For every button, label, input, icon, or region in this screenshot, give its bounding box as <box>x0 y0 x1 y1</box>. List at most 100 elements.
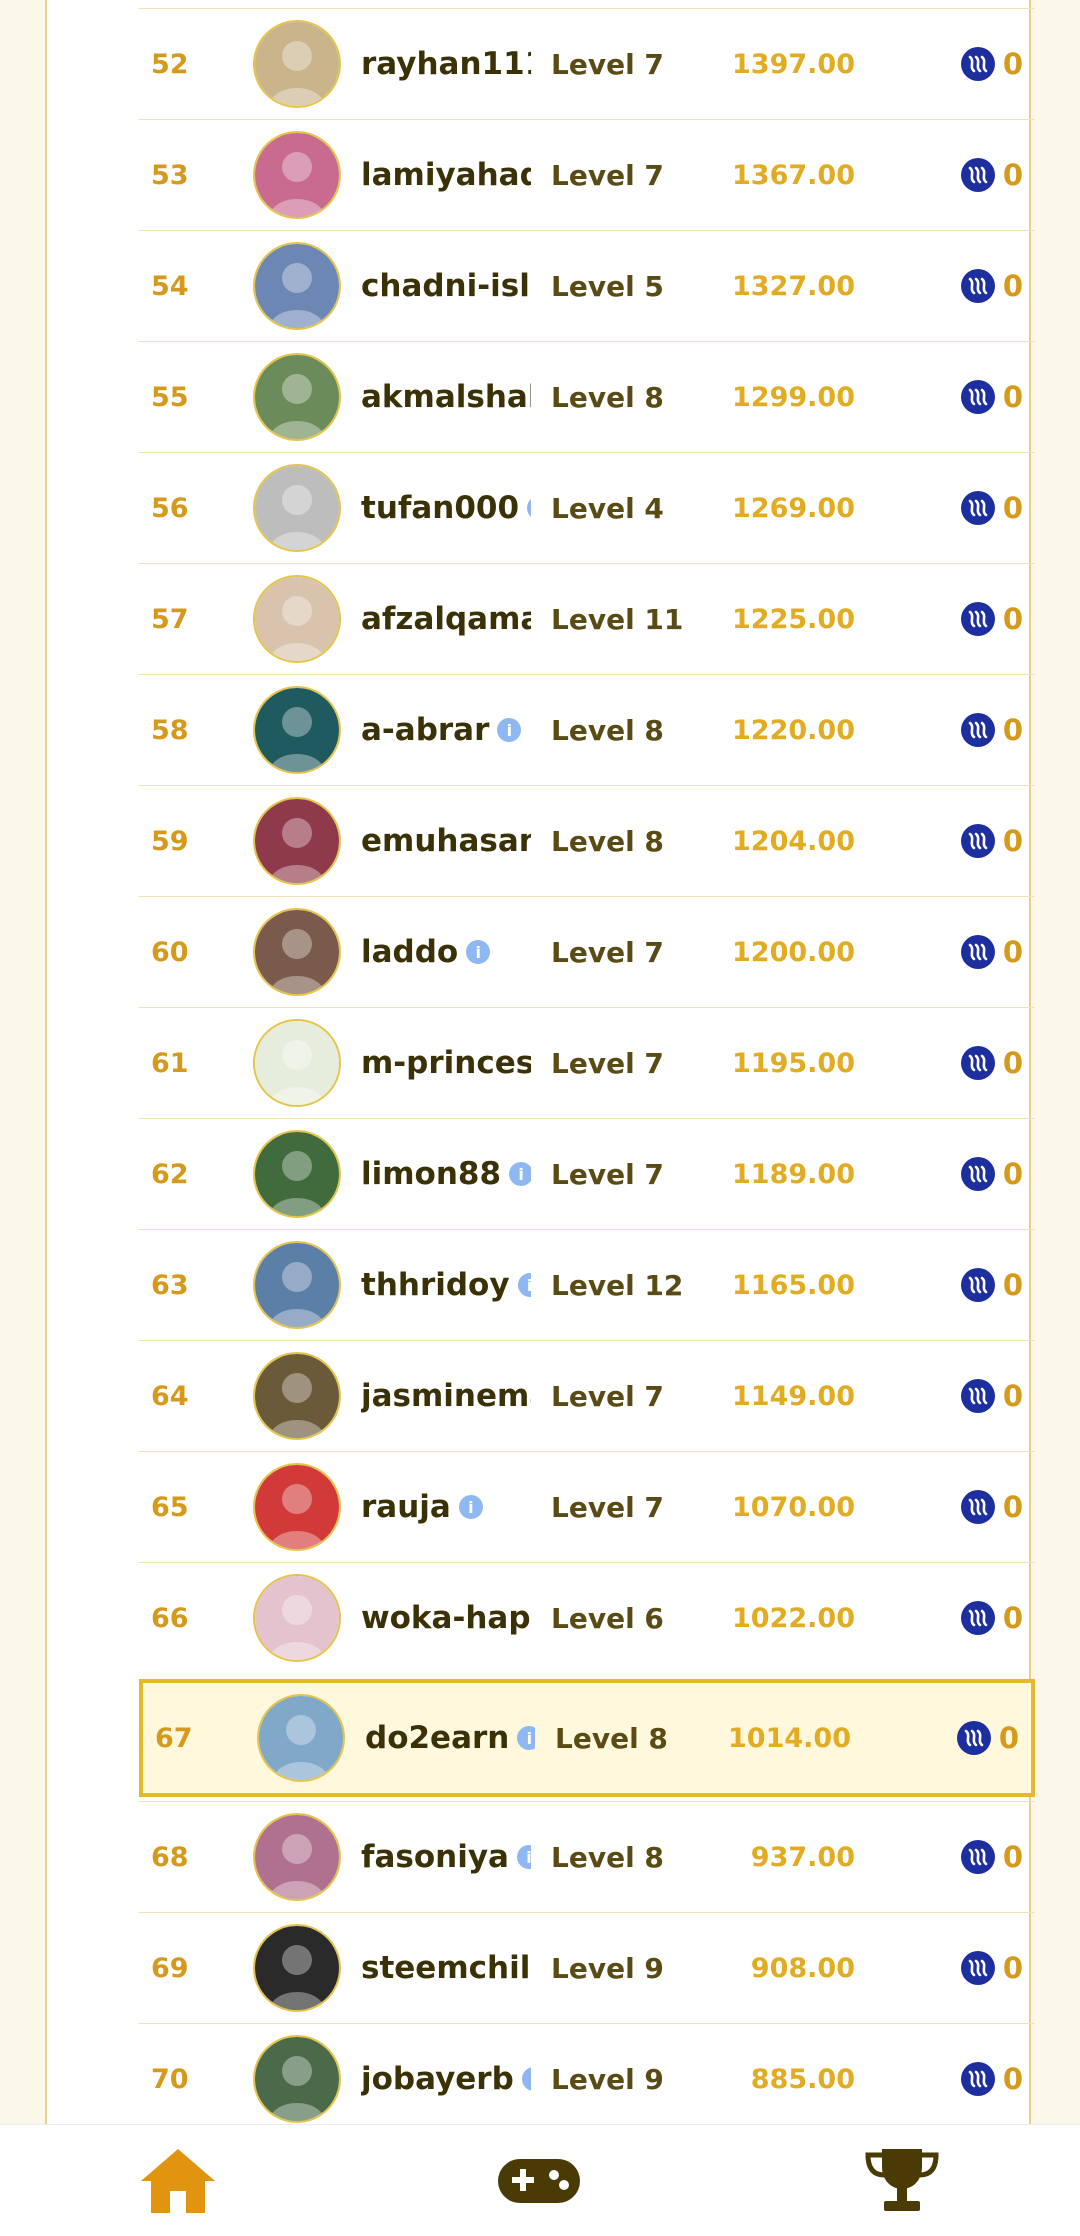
leaderboard-row[interactable]: 62 limon88 i Level 7 1189.00 0 <box>139 1118 1035 1229</box>
reward-cell: 0 <box>960 1452 1023 1562</box>
username[interactable]: emuhasan <box>361 823 531 859</box>
username-cell[interactable]: chadni-isla <box>361 231 531 341</box>
leaderboard-row-current-user[interactable]: 67 do2earn i Level 8 1014.00 0 <box>139 1679 1035 1797</box>
info-icon[interactable]: i <box>466 940 491 964</box>
username[interactable]: akmalshaki <box>361 379 531 415</box>
avatar[interactable] <box>253 131 341 219</box>
info-icon[interactable]: i <box>516 1845 531 1869</box>
avatar[interactable] <box>253 2035 341 2123</box>
username-cell[interactable]: lamiyahaqu <box>361 120 531 230</box>
info-icon[interactable]: i <box>517 1726 535 1750</box>
leaderboard-row[interactable]: 53 lamiyahaqu Level 7 1367.00 0 <box>139 119 1035 230</box>
nav-games-button[interactable] <box>459 2125 619 2236</box>
username[interactable]: rayhan111 <box>361 46 531 82</box>
leaderboard-row[interactable]: 52 rayhan111i Level 7 1397.00 0 <box>139 8 1035 119</box>
leaderboard-row[interactable]: 58 a-abrar i Level 8 1220.00 0 <box>139 674 1035 785</box>
username-cell[interactable]: laddo i <box>361 897 531 1007</box>
leaderboard-row[interactable]: 70 jobayerb i Level 9 885.00 0 <box>139 2023 1035 2134</box>
leaderboard-row[interactable]: 69 steemchille Level 9 908.00 0 <box>139 1912 1035 2023</box>
avatar[interactable] <box>253 686 341 774</box>
username[interactable]: limon88 <box>361 1156 501 1192</box>
nav-leaderboard-button[interactable] <box>822 2125 982 2236</box>
info-icon[interactable]: i <box>527 496 531 520</box>
username-cell[interactable]: fasoniya i <box>361 1802 531 1912</box>
username[interactable]: fasoniya <box>361 1839 509 1875</box>
leaderboard-row[interactable]: 56 tufan000 i Level 4 1269.00 0 <box>139 452 1035 563</box>
info-icon[interactable]: i <box>521 2067 531 2091</box>
username-cell[interactable]: jasminemar <box>361 1341 531 1451</box>
leaderboard-row[interactable]: 54 chadni-isla Level 5 1327.00 0 <box>139 230 1035 341</box>
username[interactable]: woka-happi <box>361 1600 531 1636</box>
avatar-image <box>255 577 339 661</box>
avatar[interactable] <box>253 908 341 996</box>
username-cell[interactable]: emuhasani <box>361 786 531 896</box>
username-cell[interactable]: do2earn i <box>365 1683 535 1793</box>
username[interactable]: tufan000 <box>361 490 519 526</box>
avatar[interactable] <box>253 464 341 552</box>
info-icon[interactable]: i <box>458 1495 483 1519</box>
avatar[interactable] <box>253 1574 341 1662</box>
username-cell[interactable]: tufan000 i <box>361 453 531 563</box>
avatar[interactable] <box>253 1463 341 1551</box>
leaderboard-row[interactable]: 65 rauja i Level 7 1070.00 0 <box>139 1451 1035 1562</box>
leaderboard-row[interactable]: 64 jasminemar Level 7 1149.00 0 <box>139 1340 1035 1451</box>
reward-value: 0 <box>1002 1379 1023 1413</box>
avatar[interactable] <box>253 1924 341 2012</box>
steem-icon <box>960 1490 995 1524</box>
username-cell[interactable]: afzalqamai <box>361 564 531 674</box>
username-cell[interactable]: rauja i <box>361 1452 531 1562</box>
level-label: Level 7 <box>551 1379 664 1413</box>
username[interactable]: afzalqamai <box>361 601 531 637</box>
avatar[interactable] <box>253 1352 341 1440</box>
nav-home-button[interactable] <box>98 2125 258 2236</box>
username[interactable]: laddo <box>361 934 458 970</box>
username[interactable]: chadni-isla <box>361 268 531 304</box>
leaderboard-row[interactable]: 55 akmalshaki Level 8 1299.00 0 <box>139 341 1035 452</box>
leaderboard-row[interactable]: 60 laddo i Level 7 1200.00 0 <box>139 896 1035 1007</box>
username-cell[interactable]: woka-happi <box>361 1563 531 1673</box>
reward-cell: 0 <box>960 564 1023 674</box>
avatar[interactable] <box>253 575 341 663</box>
avatar[interactable] <box>253 1241 341 1329</box>
level-label: Level 8 <box>555 1721 668 1755</box>
username[interactable]: a-abrar <box>361 712 489 748</box>
username[interactable]: thhridoy <box>361 1267 510 1303</box>
username[interactable]: steemchille <box>361 1950 531 1986</box>
avatar[interactable] <box>253 1019 341 1107</box>
info-icon[interactable]: i <box>517 1273 531 1297</box>
leaderboard-row[interactable]: 68 fasoniya i Level 8 937.00 0 <box>139 1801 1035 1912</box>
username[interactable]: do2earn <box>365 1720 509 1756</box>
leaderboard-row[interactable]: 61 m-princess Level 7 1195.00 0 <box>139 1007 1035 1118</box>
leaderboard-row[interactable]: 63 thhridoy i Level 12 1165.00 0 <box>139 1229 1035 1340</box>
leaderboard-row[interactable]: 59 emuhasani Level 8 1204.00 0 <box>139 785 1035 896</box>
username[interactable]: rauja <box>361 1489 451 1525</box>
avatar[interactable] <box>253 353 341 441</box>
username-cell[interactable]: a-abrar i <box>361 675 531 785</box>
score-value: 1269.00 <box>732 492 855 524</box>
info-icon[interactable]: i <box>497 718 522 742</box>
avatar[interactable] <box>253 242 341 330</box>
avatar-image <box>255 22 339 106</box>
reward-value: 0 <box>1002 1157 1023 1191</box>
username-cell[interactable]: limon88 i <box>361 1119 531 1229</box>
avatar[interactable] <box>253 797 341 885</box>
username-cell[interactable]: thhridoy i <box>361 1230 531 1340</box>
username[interactable]: jobayerb <box>361 2061 514 2097</box>
avatar[interactable] <box>253 1813 341 1901</box>
username[interactable]: jasminemar <box>361 1378 531 1414</box>
username-cell[interactable]: rayhan111i <box>361 9 531 119</box>
username-cell[interactable]: akmalshaki <box>361 342 531 452</box>
username-cell[interactable]: m-princess <box>361 1008 531 1118</box>
avatar[interactable] <box>253 20 341 108</box>
level-label: Level 4 <box>551 491 664 525</box>
username-cell[interactable]: steemchille <box>361 1913 531 2023</box>
avatar[interactable] <box>257 1694 345 1782</box>
leaderboard-row[interactable]: 66 woka-happi Level 6 1022.00 0 <box>139 1562 1035 1673</box>
leaderboard-row[interactable]: 57 afzalqamai Level 11 1225.00 0 <box>139 563 1035 674</box>
avatar[interactable] <box>253 1130 341 1218</box>
username[interactable]: m-princess <box>361 1045 531 1081</box>
reward-value: 0 <box>1002 935 1023 969</box>
username[interactable]: lamiyahaqu <box>361 157 531 193</box>
username-cell[interactable]: jobayerb i <box>361 2024 531 2134</box>
info-icon[interactable]: i <box>509 1162 531 1186</box>
